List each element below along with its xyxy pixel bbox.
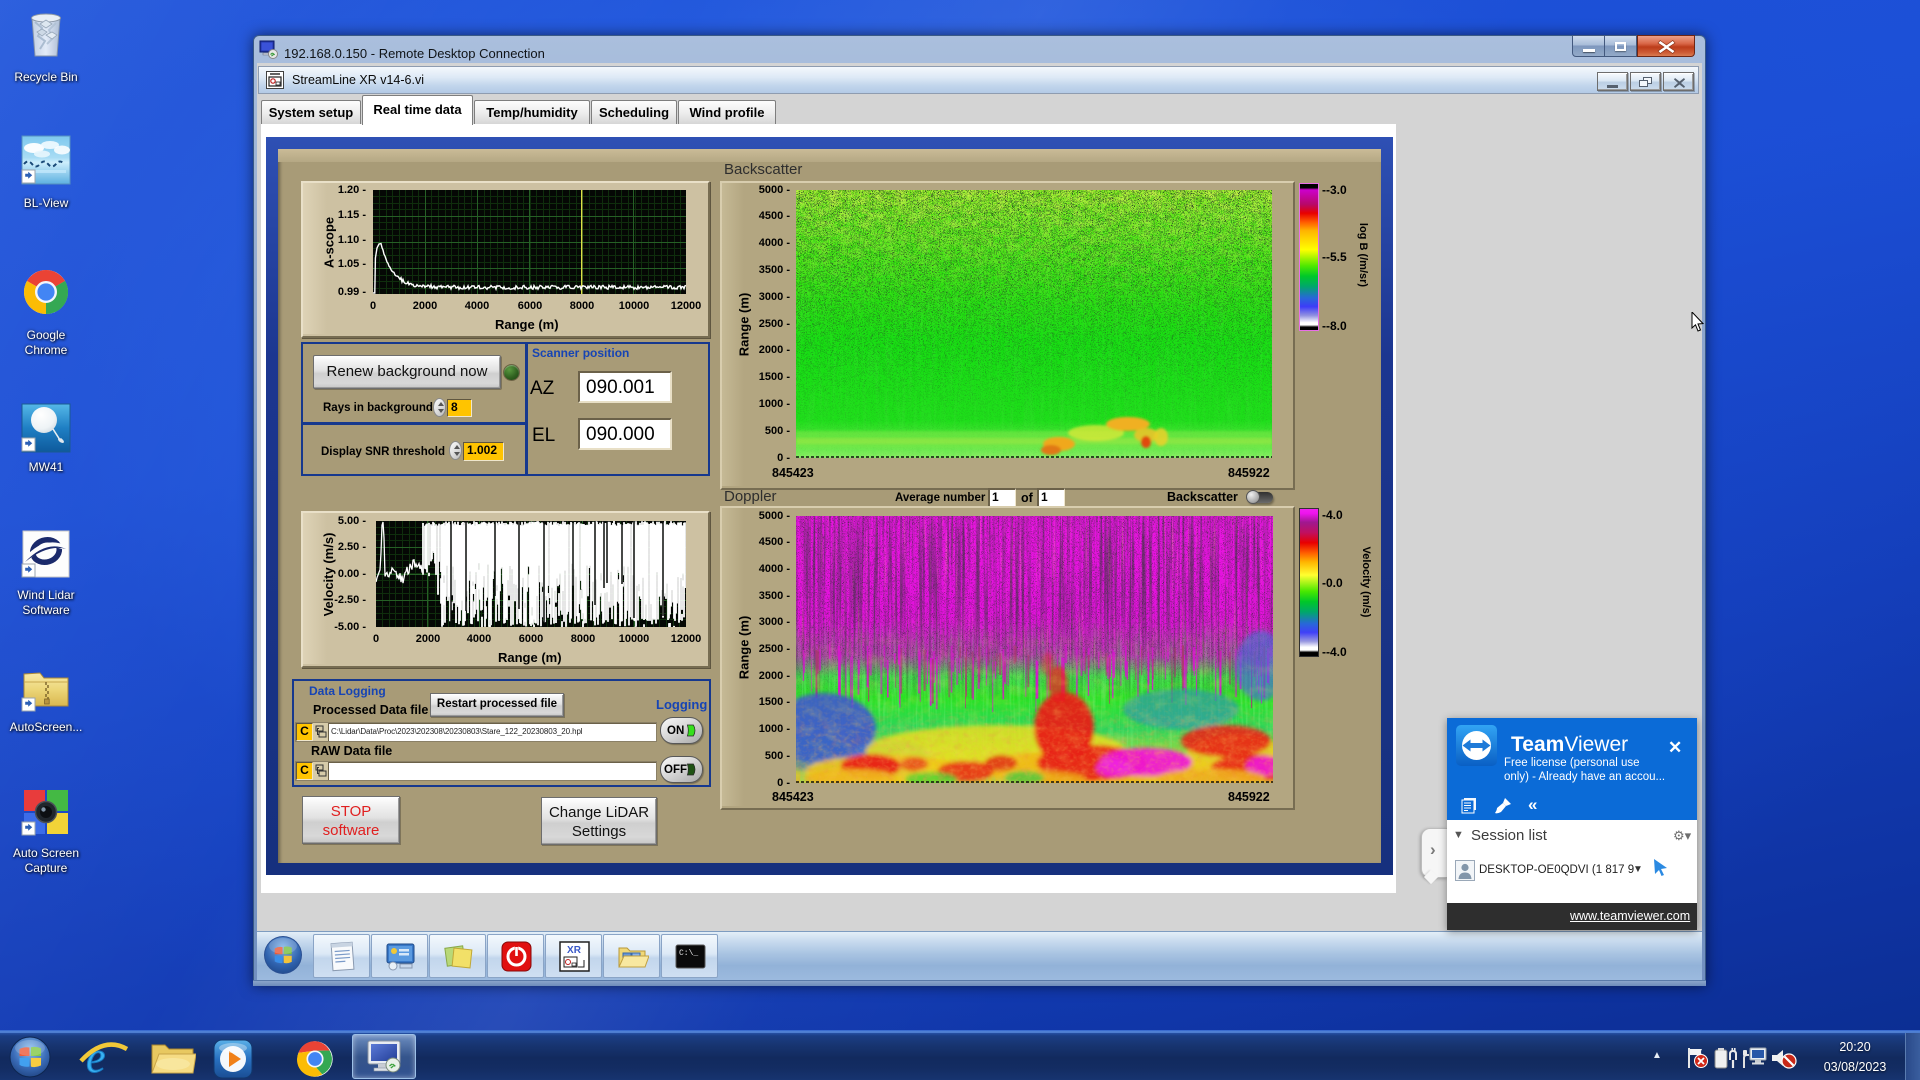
svg-text:C:\_: C:\_ — [679, 949, 698, 958]
svg-text:e: e — [86, 1034, 106, 1080]
svg-text:XR: XR — [567, 945, 582, 956]
